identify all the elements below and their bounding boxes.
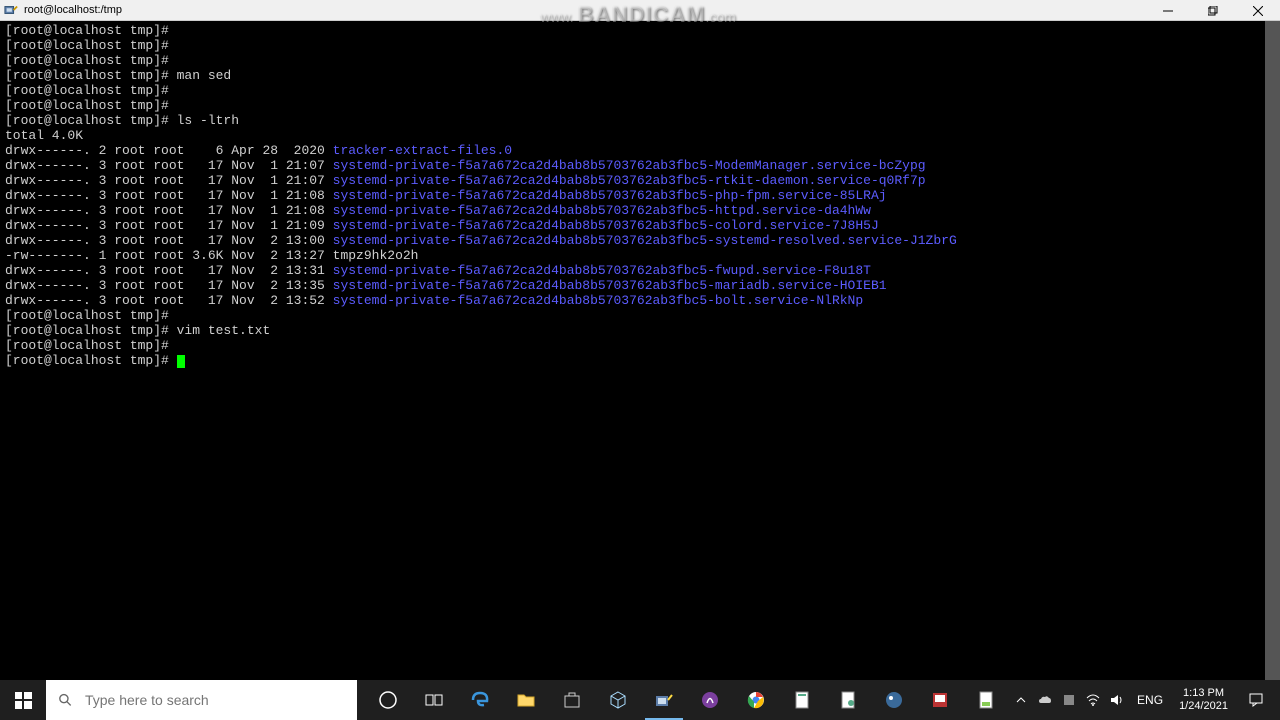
app-icon-4[interactable]: [871, 680, 917, 720]
terminal-line: drwx------. 3 root root 17 Nov 2 13:52 s…: [5, 293, 1275, 308]
virtualbox-icon[interactable]: [595, 680, 641, 720]
close-button[interactable]: [1235, 0, 1280, 21]
store-icon[interactable]: [549, 680, 595, 720]
terminal-line: -rw-------. 1 root root 3.6K Nov 2 13:27…: [5, 248, 1275, 263]
clock[interactable]: 1:13 PM 1/24/2021: [1171, 687, 1236, 713]
file-explorer-icon[interactable]: [503, 680, 549, 720]
app-icon-1[interactable]: [687, 680, 733, 720]
app-icon-3[interactable]: [825, 680, 871, 720]
window-titlebar: root@localhost:/tmp: [0, 0, 1280, 21]
edge-icon[interactable]: [457, 680, 503, 720]
tray-wifi-icon[interactable]: [1081, 680, 1105, 720]
putty-icon: [4, 3, 18, 17]
taskbar-pinned: [365, 680, 1009, 720]
language-indicator[interactable]: ENG: [1129, 693, 1171, 707]
terminal-line: [root@localhost tmp]#: [5, 53, 1275, 68]
terminal-line: drwx------. 3 root root 17 Nov 1 21:07 s…: [5, 173, 1275, 188]
terminal-line: [root@localhost tmp]#: [5, 338, 1275, 353]
tray-chevron-icon[interactable]: [1009, 680, 1033, 720]
system-tray: ENG 1:13 PM 1/24/2021: [1009, 680, 1280, 720]
notification-center-icon[interactable]: [1236, 680, 1276, 720]
terminal-line: [root@localhost tmp]#: [5, 308, 1275, 323]
terminal-line: [root@localhost tmp]#: [5, 98, 1275, 113]
terminal-line: [root@localhost tmp]#: [5, 83, 1275, 98]
minimize-button[interactable]: [1145, 0, 1190, 21]
terminal-output[interactable]: [root@localhost tmp]# [root@localhost tm…: [0, 21, 1280, 680]
terminal-line: drwx------. 3 root root 17 Nov 2 13:00 s…: [5, 233, 1275, 248]
cortana-icon[interactable]: [365, 680, 411, 720]
terminal-line: drwx------. 3 root root 17 Nov 1 21:08 s…: [5, 188, 1275, 203]
terminal-line: [root@localhost tmp]#: [5, 23, 1275, 38]
app-icon-5[interactable]: [917, 680, 963, 720]
search-icon: [58, 692, 73, 708]
tray-onedrive-icon[interactable]: [1033, 680, 1057, 720]
maximize-button[interactable]: [1190, 0, 1235, 21]
tray-app-icon[interactable]: [1057, 680, 1081, 720]
search-input[interactable]: [85, 692, 345, 708]
terminal-line: drwx------. 2 root root 6 Apr 28 2020 tr…: [5, 143, 1275, 158]
app-icon-2[interactable]: [779, 680, 825, 720]
task-view-icon[interactable]: [411, 680, 457, 720]
terminal-line: drwx------. 3 root root 17 Nov 1 21:07 s…: [5, 158, 1275, 173]
chrome-icon[interactable]: [733, 680, 779, 720]
terminal-line: [root@localhost tmp]# ls -ltrh: [5, 113, 1275, 128]
scrollbar[interactable]: [1265, 21, 1280, 680]
terminal-line: [root@localhost tmp]#: [5, 353, 1275, 368]
windows-taskbar: ENG 1:13 PM 1/24/2021: [0, 680, 1280, 720]
terminal-line: [root@localhost tmp]# man sed: [5, 68, 1275, 83]
tray-volume-icon[interactable]: [1105, 680, 1129, 720]
app-icon-6[interactable]: [963, 680, 1009, 720]
terminal-line: drwx------. 3 root root 17 Nov 1 21:08 s…: [5, 203, 1275, 218]
scrollbar-thumb[interactable]: [1265, 21, 1280, 680]
terminal-line: [root@localhost tmp]# vim test.txt: [5, 323, 1275, 338]
putty-taskbar-icon[interactable]: [641, 680, 687, 720]
terminal-line: drwx------. 3 root root 17 Nov 1 21:09 s…: [5, 218, 1275, 233]
terminal-cursor: [177, 355, 185, 368]
window-controls: [1145, 0, 1280, 21]
start-button[interactable]: [0, 680, 46, 720]
terminal-line: [root@localhost tmp]#: [5, 38, 1275, 53]
window-title: root@localhost:/tmp: [24, 4, 122, 16]
terminal-line: drwx------. 3 root root 17 Nov 2 13:35 s…: [5, 278, 1275, 293]
terminal-line: total 4.0K: [5, 128, 1275, 143]
terminal-line: drwx------. 3 root root 17 Nov 2 13:31 s…: [5, 263, 1275, 278]
taskbar-search[interactable]: [46, 680, 357, 720]
